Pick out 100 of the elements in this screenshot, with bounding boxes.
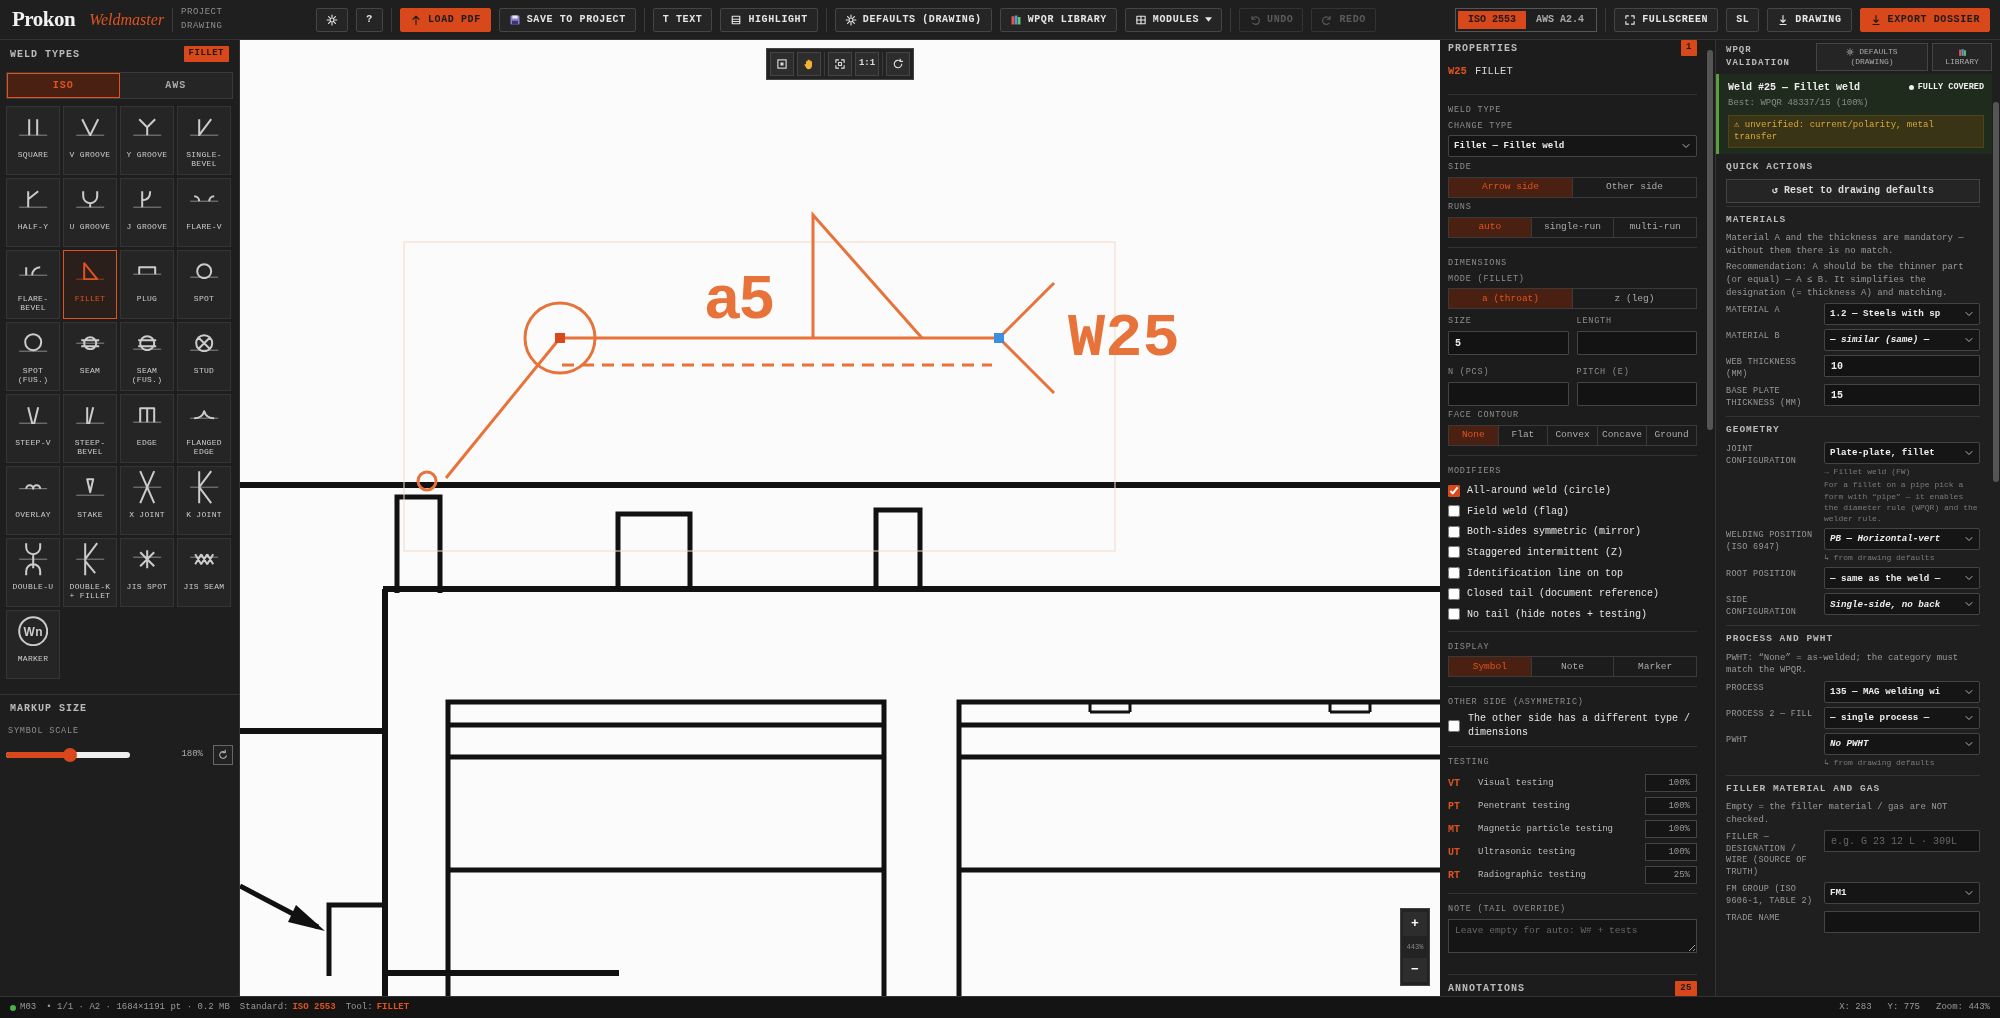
select-field[interactable]: 135 — MAG welding wi — [1824, 680, 1980, 703]
weld-type-option[interactable]: K JOINT — [177, 466, 231, 535]
weld-type-option[interactable]: JIS SPOT — [120, 538, 174, 607]
drawing-download-button[interactable]: DRAWING — [1767, 7, 1852, 32]
segment-option[interactable]: Marker — [1613, 657, 1696, 677]
highlight-tool-button[interactable]: HIGHLIGHT — [720, 7, 818, 32]
weld-type-option[interactable]: SINGLE-BEVEL — [177, 106, 231, 175]
weld-type-option[interactable]: DOUBLE-K + FILLET — [63, 538, 117, 607]
segment-option[interactable]: None — [1449, 425, 1498, 445]
select-field[interactable]: PB — Horizontal-vert — [1824, 528, 1980, 551]
select-field[interactable]: — same as the weld — — [1824, 567, 1980, 590]
weld-type-option[interactable]: SEAM (FUS.) — [120, 322, 174, 391]
checkbox[interactable] — [1448, 505, 1460, 518]
standard-tab[interactable]: AWS — [119, 73, 232, 98]
input-field[interactable] — [1576, 381, 1697, 406]
reset-button[interactable] — [213, 744, 233, 765]
segment-option[interactable]: Other side — [1572, 178, 1696, 198]
input-field[interactable] — [1576, 331, 1697, 356]
weld-type-option[interactable]: PLUG — [120, 250, 174, 319]
weld-type-option[interactable]: STEEP-BEVEL — [63, 394, 117, 463]
input-field[interactable]: 10 — [1824, 355, 1980, 378]
weld-type-option[interactable]: OVERLAY — [6, 466, 60, 535]
weld-type-option[interactable]: V GROOVE — [63, 106, 117, 175]
weld-type-option[interactable]: FLARE-V — [177, 178, 231, 247]
segment-option[interactable]: Note — [1530, 657, 1614, 677]
scrollbar[interactable] — [1707, 50, 1713, 430]
weld-type-option[interactable]: SQUARE — [6, 106, 60, 175]
select-field[interactable]: No PWHT — [1824, 732, 1980, 755]
weld-type-option[interactable]: SPOT — [177, 250, 231, 319]
checkbox[interactable] — [1448, 546, 1460, 559]
segment-option[interactable]: Ground — [1646, 425, 1696, 445]
library-button[interactable]: WPQR LIBRARY — [999, 7, 1117, 32]
weld-type-option[interactable]: FLARE-BEVEL — [6, 250, 60, 319]
weld-type-option[interactable]: Wn MARKER — [6, 610, 60, 679]
standard-tab[interactable]: ISO — [7, 73, 120, 98]
segment-option[interactable]: z (leg) — [1572, 289, 1696, 309]
input-field[interactable] — [1448, 381, 1569, 406]
zoom-out-button[interactable]: − — [1403, 958, 1427, 982]
input-field[interactable]: e.g. G 23 12 L · 309L — [1824, 830, 1980, 853]
checkbox[interactable] — [1448, 567, 1460, 579]
weld-type-option[interactable]: Y GROOVE — [120, 106, 174, 175]
percent-field[interactable]: 100% — [1645, 843, 1697, 862]
weld-type-option[interactable]: FILLET — [63, 250, 117, 319]
checkbox[interactable] — [1448, 720, 1460, 732]
percent-field[interactable]: 25% — [1645, 866, 1697, 885]
weld-type-select[interactable]: Fillet — Fillet weld — [1448, 135, 1697, 158]
segment-option[interactable]: Concave — [1596, 425, 1647, 445]
sl-button[interactable]: SL — [1726, 7, 1760, 32]
segment-option[interactable]: multi-run — [1613, 217, 1696, 237]
select-field[interactable]: — similar (same) — — [1824, 329, 1980, 352]
weld-type-option[interactable]: DOUBLE-U — [6, 538, 60, 607]
select-tool-button[interactable] — [770, 52, 794, 76]
weld-type-option[interactable]: U GROOVE — [63, 178, 117, 247]
select-field[interactable]: Single-side, no back — [1824, 593, 1980, 616]
zoom-in-button[interactable]: + — [1403, 911, 1427, 936]
input-field[interactable]: 5 — [1448, 331, 1569, 356]
slider-thumb[interactable] — [63, 747, 78, 762]
percent-field[interactable]: 100% — [1645, 797, 1697, 816]
actual-size-button[interactable]: 1:1 — [855, 52, 879, 76]
export-button[interactable]: EXPORT DOSSIER — [1859, 7, 1990, 32]
percent-field[interactable]: 100% — [1645, 820, 1697, 839]
input-field[interactable]: 15 — [1824, 384, 1980, 407]
segment-option[interactable]: single-run — [1530, 217, 1614, 237]
weld-type-option[interactable]: SPOT (FUS.) — [6, 322, 60, 391]
weld-type-option[interactable]: SEAM — [63, 322, 117, 391]
pan-tool-button[interactable] — [797, 52, 821, 76]
modules-menu-button[interactable]: MODULES — [1124, 7, 1223, 32]
standard-option[interactable]: ISO 2553 — [1458, 10, 1527, 29]
scrollbar[interactable] — [1993, 102, 1999, 482]
weld-type-option[interactable]: STAKE — [63, 466, 117, 535]
weld-type-option[interactable]: JIS SEAM — [177, 538, 231, 607]
save-button[interactable]: SAVE TO PROJECT — [498, 7, 636, 32]
weld-type-option[interactable]: STEEP-V — [6, 394, 60, 463]
note-field[interactable]: Leave empty for auto: W# + tests — [1448, 918, 1697, 953]
fullscreen-button[interactable]: FULLSCREEN — [1614, 7, 1719, 32]
anchor-handle[interactable] — [555, 333, 565, 343]
checkbox[interactable] — [1448, 608, 1460, 621]
fit-view-button[interactable] — [828, 52, 852, 76]
weld-type-option[interactable]: J GROOVE — [120, 178, 174, 247]
weld-type-option[interactable]: X JOINT — [120, 466, 174, 535]
segment-option[interactable]: Convex — [1547, 425, 1597, 445]
input-field[interactable] — [1824, 911, 1980, 934]
load-pdf-button[interactable]: LOAD PDF — [399, 7, 491, 32]
select-field[interactable]: — single process — — [1824, 706, 1980, 729]
help-button[interactable]: ? — [356, 7, 383, 32]
select-field[interactable]: FM1 — [1824, 882, 1980, 905]
select-field[interactable]: 1.2 — Steels with sp — [1824, 303, 1980, 326]
defaults-button[interactable]: DEFAULTS (DRAWING) — [834, 7, 992, 32]
refresh-button[interactable] — [886, 52, 910, 76]
library-button[interactable]: LIBRARY — [1932, 43, 1992, 71]
select-field[interactable]: Plate-plate, fillet — [1824, 442, 1980, 465]
segment-option[interactable]: Flat — [1497, 425, 1548, 445]
checkbox[interactable] — [1448, 484, 1460, 497]
standard-option[interactable]: AWS A2.4 — [1526, 10, 1595, 29]
checkbox[interactable] — [1448, 587, 1460, 600]
weld-type-option[interactable]: EDGE — [120, 394, 174, 463]
segment-option[interactable]: a (throat) — [1449, 289, 1572, 309]
weld-type-option[interactable]: FLANGED EDGE — [177, 394, 231, 463]
segment-option[interactable]: Symbol — [1449, 657, 1531, 677]
segment-option[interactable]: Arrow side — [1449, 178, 1572, 198]
